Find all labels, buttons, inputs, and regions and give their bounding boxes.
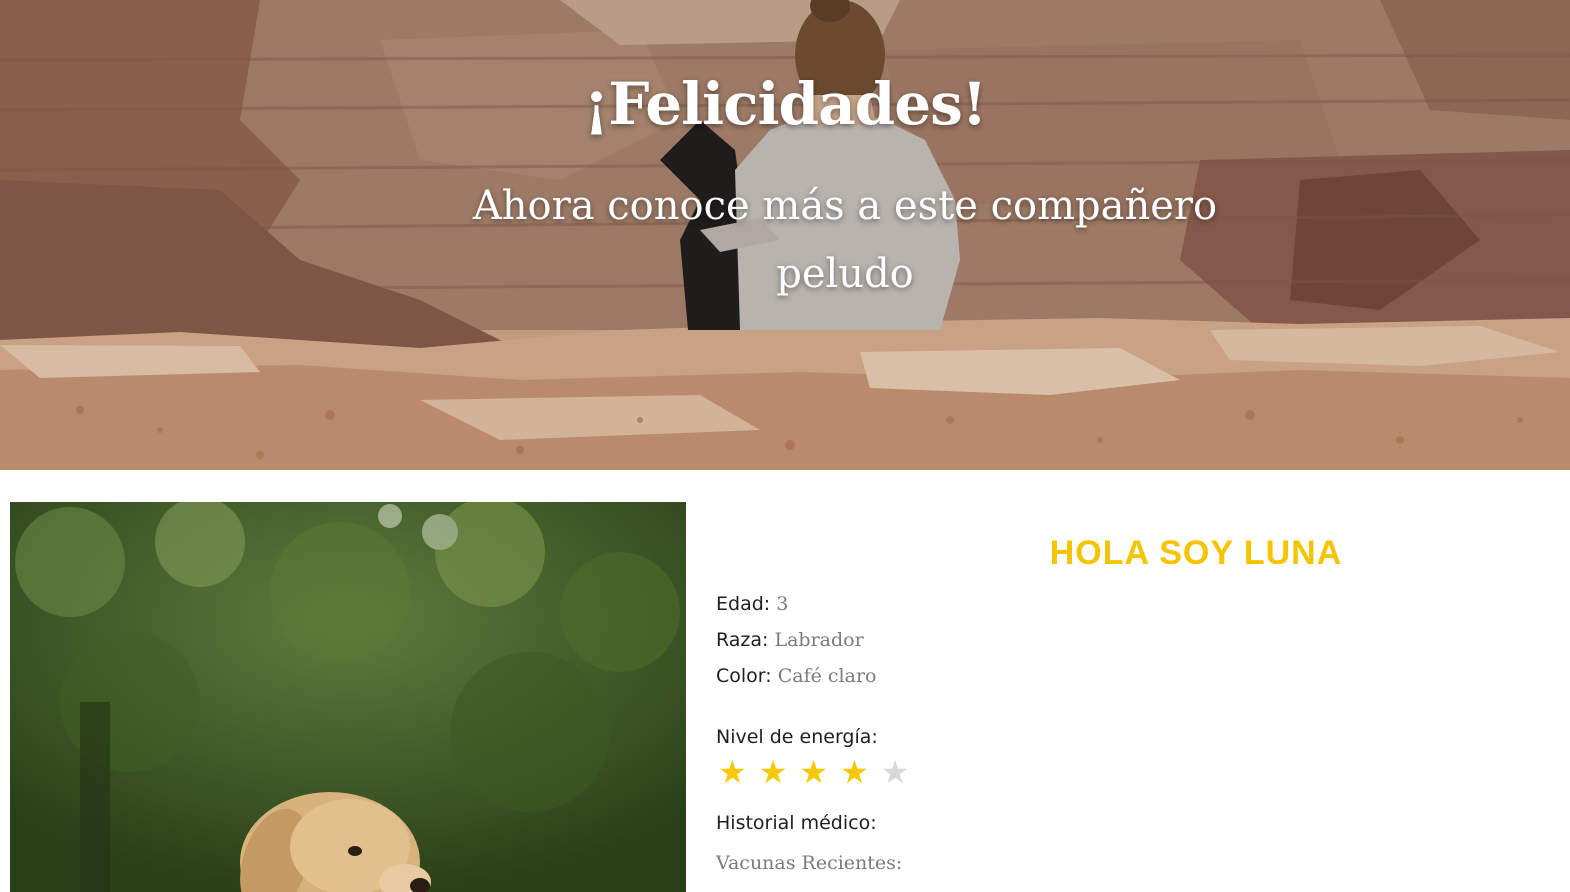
- star-icon: ★: [880, 753, 910, 791]
- recent-vaccines-label: Vacunas Recientes:: [716, 852, 903, 874]
- star-icon: ★: [840, 753, 869, 791]
- energy-label: Nivel de energía:: [716, 726, 878, 748]
- star-icon: ★: [718, 753, 747, 791]
- hero-subtitle: Ahora conoce más a este compañero peludo: [472, 183, 1218, 297]
- breed-label: Raza:: [716, 629, 775, 651]
- hero-banner: ¡Felicidades! Ahora conoce más a este co…: [0, 0, 1570, 470]
- color-label: Color:: [716, 665, 778, 687]
- color-value: Café claro: [777, 665, 877, 687]
- star-icon: ★: [799, 753, 829, 791]
- age-value: 3: [776, 593, 789, 615]
- pet-photo: [10, 502, 686, 892]
- pet-name-heading: HOLA SOY LUNA: [1049, 534, 1343, 572]
- dog-image: [10, 502, 686, 892]
- hero-title: ¡Felicidades!: [583, 70, 988, 138]
- color-row: Color: Café claro: [716, 665, 876, 688]
- breed-value: Labrador: [774, 629, 864, 651]
- star-icon: ★: [758, 753, 788, 791]
- energy-rating: ★ ★ ★ ★ ★: [718, 756, 909, 788]
- medical-history-label: Historial médico:: [716, 812, 877, 834]
- age-label: Edad:: [716, 593, 777, 615]
- breed-row: Raza: Labrador: [716, 629, 864, 652]
- age-row: Edad: 3: [716, 593, 788, 616]
